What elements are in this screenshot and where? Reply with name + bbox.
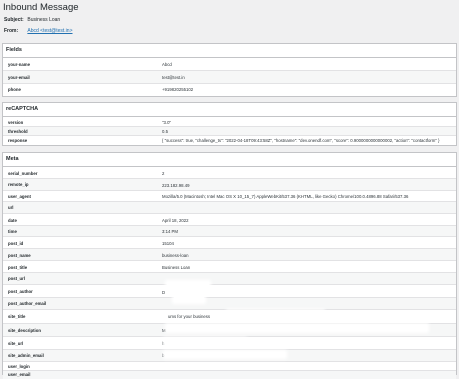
field-key: phone — [8, 87, 21, 92]
table-row: user_login — [3, 362, 456, 371]
meta-key: time — [8, 229, 17, 234]
meta-value: April 18, 2022 — [162, 218, 189, 223]
fields-panel: Fields your-name Abcd your-email test@te… — [2, 43, 457, 97]
subject-label: Subject: — [4, 17, 24, 23]
table-row: url — [3, 202, 456, 214]
subject-row: Subject: Business Loan — [4, 17, 60, 24]
table-row: your-email test@test.in — [3, 71, 456, 84]
meta-value: 223.182.98.49 — [162, 183, 190, 188]
redaction-mark — [228, 311, 323, 315]
recaptcha-key: response — [8, 138, 28, 143]
redaction-mark — [167, 325, 427, 331]
redaction-mark — [174, 297, 204, 302]
meta-key: site_description — [8, 328, 41, 333]
meta-key: url — [8, 205, 14, 210]
table-row: date April 18, 2022 — [3, 214, 456, 226]
table-row: response { "success": true, "challenge_t… — [3, 136, 456, 144]
meta-key: serial_number — [8, 171, 38, 176]
table-row: your-name Abcd — [3, 58, 456, 71]
table-row: time 3:14 PM — [3, 226, 456, 237]
meta-key: site_title — [8, 314, 26, 319]
meta-value: 15104 — [162, 241, 174, 246]
recaptcha-value: { "success": true, "challenge_ts": "2022… — [162, 138, 440, 143]
field-key: your-name — [8, 62, 30, 67]
meta-key: post_id — [8, 241, 24, 246]
recaptcha-value: "3.0" — [162, 120, 172, 125]
meta-key: remote_ip — [8, 182, 29, 187]
field-value: Abcd — [162, 62, 172, 67]
table-row: threshold 0.5 — [3, 127, 456, 136]
meta-value: 3:14 PM — [162, 229, 179, 234]
meta-value: D — [162, 290, 166, 295]
recaptcha-panel-title: reCAPTCHA — [3, 103, 456, 117]
meta-key: post_author_email — [8, 301, 47, 306]
meta-key: date — [8, 218, 17, 223]
subject-value: Business Loan — [27, 17, 61, 23]
table-row: user_email — [3, 371, 456, 379]
meta-value: business-loan — [162, 253, 189, 258]
field-value: test@test.in — [162, 75, 185, 80]
meta-key: post_author — [8, 289, 33, 294]
recaptcha-value: 0.5 — [162, 129, 168, 134]
fields-panel-title: Fields — [3, 44, 456, 58]
meta-key: site_url — [8, 341, 24, 346]
meta-key: user_login — [8, 364, 30, 369]
table-row: post_name business-loan — [3, 249, 456, 261]
recaptcha-panel: reCAPTCHA version "3.0" threshold 0.5 re… — [2, 102, 457, 146]
page-title: Inbound Message — [3, 2, 79, 13]
from-row: From: Abcd <test@test.in> — [4, 28, 73, 35]
table-row: post_author_email — [3, 298, 456, 310]
recaptcha-key: threshold — [8, 129, 28, 134]
table-row: post_id 15104 — [3, 237, 456, 249]
recaptcha-key: version — [8, 120, 24, 125]
meta-key: post_title — [8, 265, 28, 270]
table-row: version "3.0" — [3, 118, 456, 127]
table-row: remote_ip 223.182.98.49 — [3, 179, 456, 191]
table-row: post_author D — [3, 285, 456, 298]
field-value: +919820255102 — [162, 87, 194, 92]
field-key: your-email — [8, 75, 30, 80]
from-link[interactable]: Abcd <test@test.in> — [27, 28, 72, 35]
meta-key: user_agent — [8, 194, 31, 199]
table-row: phone +919820255102 — [3, 84, 456, 95]
meta-value: 2 — [162, 171, 165, 176]
meta-key: post_url — [8, 276, 25, 281]
table-row: user_agent Mozilla/5.0 (Macintosh; Intel… — [3, 191, 456, 202]
meta-value: Business Loan — [162, 265, 191, 270]
meta-key: post_name — [8, 253, 31, 258]
redaction-mark — [167, 282, 209, 287]
meta-panel-title: Meta — [3, 153, 456, 167]
meta-value: Mozilla/5.0 (Macintosh; Intel Mac OS X 1… — [162, 194, 409, 199]
from-label: From: — [4, 28, 19, 34]
table-row: post_url — [3, 273, 456, 285]
meta-key: site_admin_email — [8, 353, 44, 358]
table-row: serial_number 2 — [3, 168, 456, 179]
redaction-mark — [165, 352, 285, 357]
table-row: post_title Business Loan — [3, 261, 456, 273]
redaction-mark — [165, 339, 245, 344]
